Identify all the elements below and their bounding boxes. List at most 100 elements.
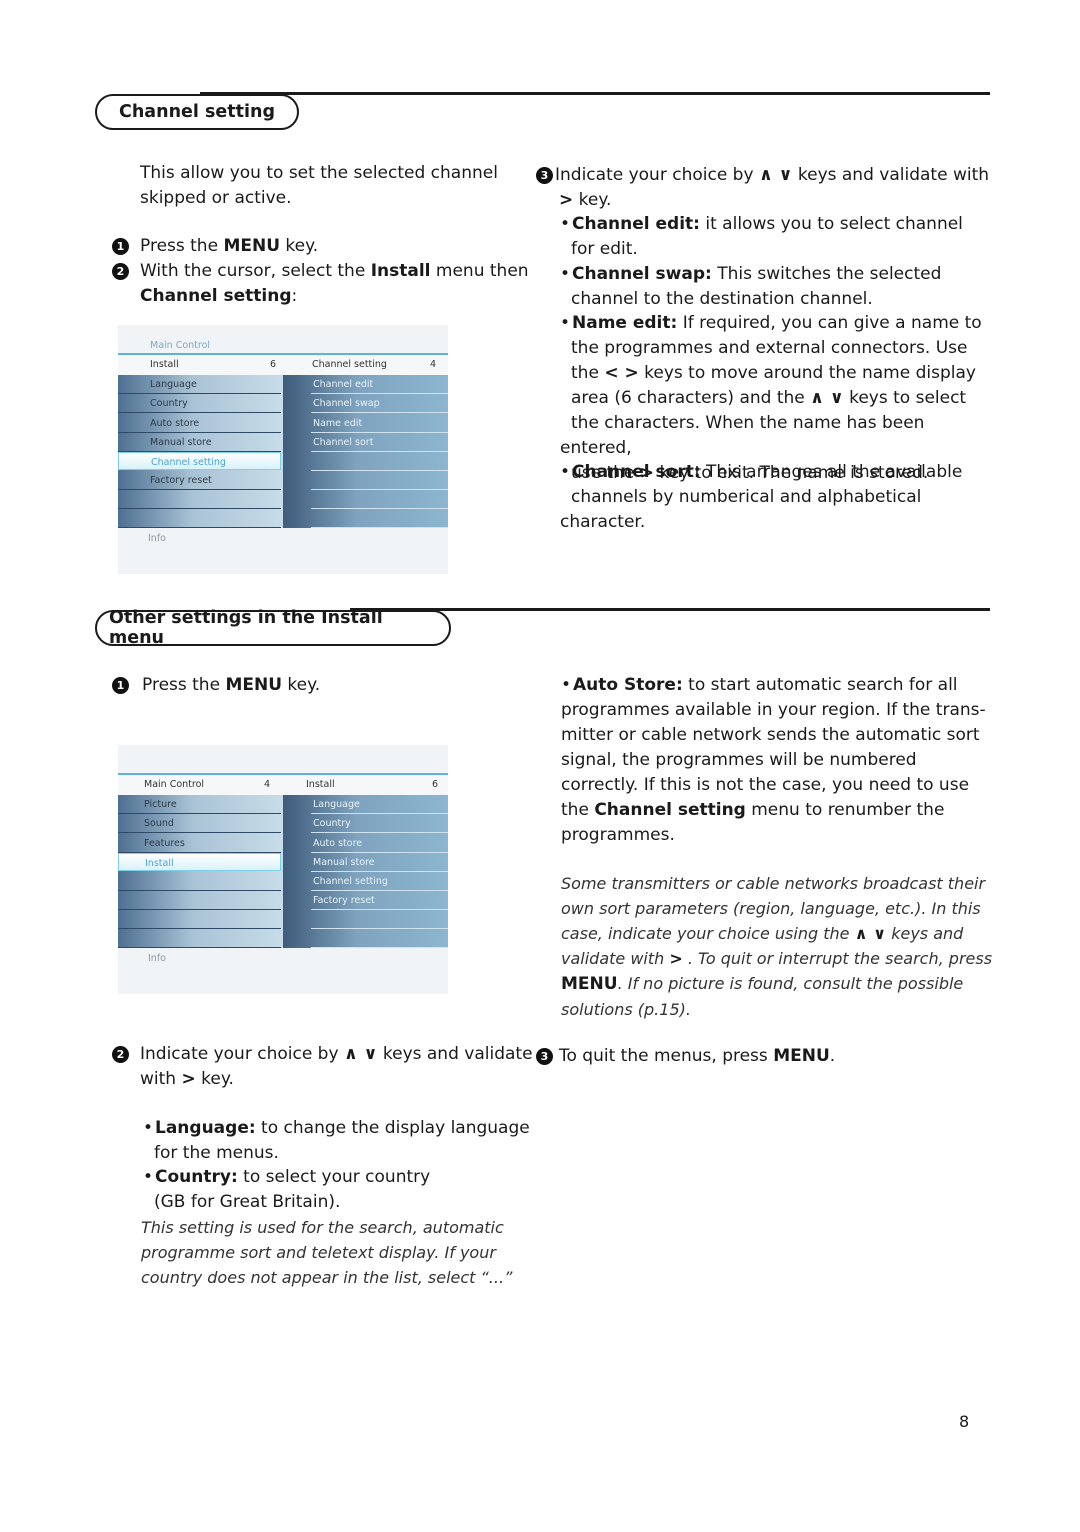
- submenu-item-label: Channel sort: [313, 437, 374, 448]
- menu-item[interactable]: Factory reset: [118, 471, 281, 490]
- step-text: Press the: [140, 236, 224, 256]
- submenu-item-empty: [311, 509, 448, 528]
- menu-item-empty: [118, 910, 281, 929]
- step-number-icon: 3: [536, 1048, 553, 1065]
- step-text: key.: [282, 675, 321, 695]
- bullet-term: Channel sort:: [572, 462, 701, 482]
- menu-item-label: Sound: [144, 818, 174, 829]
- submenu-item-empty: [311, 471, 448, 490]
- step-3: 3 To quit the menus, press MENU.: [536, 1044, 976, 1069]
- submenu-item[interactable]: Country: [311, 814, 448, 833]
- menu-item[interactable]: Language: [118, 375, 281, 394]
- menu-item[interactable]: Features: [118, 834, 281, 853]
- menu-item-selected[interactable]: Channel setting: [118, 452, 281, 470]
- menu-item-empty: [118, 891, 281, 910]
- menu-item[interactable]: Auto store: [118, 414, 281, 433]
- note-line: . If no picture is found, consult the po…: [617, 974, 964, 993]
- step-1: 1 Press the MENU key.: [112, 234, 532, 259]
- bullet-text: to select your country: [237, 1167, 431, 1187]
- step-text: :: [291, 286, 298, 306]
- submenu-item-label: Manual store: [313, 857, 375, 868]
- bullet-text: programmes available in your region. If …: [561, 700, 986, 720]
- left-header: Install: [150, 359, 179, 370]
- step-number-icon: 2: [112, 263, 129, 280]
- step-number-icon: 1: [112, 677, 129, 694]
- step-3: 3 Indicate your choice by ∧ ∨ keys and va…: [536, 163, 996, 213]
- bullet-text: the programmes and external connectors. …: [571, 338, 968, 358]
- menu-item[interactable]: Manual store: [118, 433, 281, 452]
- left-right-keys-icon: < >: [604, 363, 639, 383]
- left-header: Main Control: [144, 779, 205, 790]
- menu-item[interactable]: Sound: [118, 814, 281, 833]
- menu-item[interactable]: Country: [118, 394, 281, 413]
- bullet-text: the: [561, 800, 595, 820]
- step-number-icon: 3: [536, 167, 553, 184]
- menu-item-label: Picture: [144, 799, 177, 810]
- note-line: solutions (p.15).: [561, 1000, 691, 1019]
- submenu-item-label: Language: [313, 799, 360, 810]
- menu-item-label: Language: [150, 379, 197, 390]
- step-text: With the cursor, select the: [140, 261, 371, 281]
- menu-item-empty: [118, 929, 281, 948]
- left-menu-panel: Picture Sound Features Install: [118, 795, 283, 948]
- menu-item-label: Factory reset: [150, 475, 212, 486]
- submenu-item-label: Channel setting: [313, 876, 388, 887]
- bullet-term: Auto Store:: [573, 675, 683, 695]
- bullet-text: menu to renumber the: [745, 800, 945, 820]
- submenu-item[interactable]: Channel setting: [311, 872, 448, 891]
- submenu-item-empty: [311, 929, 448, 948]
- country-note: This setting is used for the search, aut…: [141, 1215, 541, 1290]
- submenu-item[interactable]: Channel edit: [311, 375, 448, 394]
- up-down-keys-icon: ∧ ∨: [810, 388, 844, 408]
- section-title-other-settings: Other settings in the Install menu: [95, 608, 451, 648]
- right-menu-panel: Language Country Auto store Manual store…: [283, 795, 448, 948]
- note-line: . To quit or interrupt the search, press: [682, 949, 993, 968]
- bullet-auto-store: • Auto Store: to start automatic search f…: [561, 675, 986, 845]
- bullet-term: Channel edit:: [572, 214, 700, 234]
- note-line: own sort parameters (region, language, e…: [561, 899, 981, 918]
- menu-item-empty: [118, 490, 281, 509]
- bullet-text: signal, the programmes will be numbered: [561, 750, 917, 770]
- step-number-icon: 2: [112, 1046, 129, 1063]
- left-count: 4: [264, 779, 271, 790]
- step-text: key.: [195, 1069, 234, 1089]
- right-key-icon: >: [181, 1069, 196, 1089]
- submenu-item[interactable]: Channel swap: [311, 394, 448, 413]
- menu-item[interactable]: Picture: [118, 795, 281, 814]
- right-count: 4: [430, 359, 437, 370]
- bullet-text: (GB for Great Britain).: [154, 1192, 341, 1212]
- menu-item-selected[interactable]: Install: [118, 853, 281, 871]
- step-2: 2 Indicate your choice by ∧ ∨ keys and va…: [112, 1042, 542, 1092]
- submenu-item[interactable]: Language: [311, 795, 448, 814]
- bullet-language: • Language: to change the display languag…: [143, 1118, 530, 1163]
- bullet-text: to change the display language: [255, 1118, 530, 1138]
- submenu-item[interactable]: Factory reset: [311, 891, 448, 910]
- step-text: To quit the menus, press: [559, 1046, 774, 1066]
- section-rule: [200, 92, 990, 95]
- up-down-keys-icon: ∧ ∨: [343, 1044, 378, 1064]
- submenu-item-label: Name edit: [313, 418, 363, 429]
- step-text: keys and validate: [377, 1044, 533, 1064]
- menu-item-label: Auto store: [150, 418, 200, 429]
- note-line: Some transmitters or cable networks broa…: [561, 874, 986, 893]
- bullet-text: for edit.: [571, 239, 638, 259]
- menu-header: Install 6 Channel setting 4: [118, 353, 448, 375]
- menu-item-label: Install: [145, 858, 174, 869]
- bullet-text: to start automatic search for all: [682, 675, 958, 695]
- note-line: country does not appear in the list, sel…: [141, 1268, 513, 1287]
- submenu-item[interactable]: Manual store: [311, 853, 448, 872]
- up-down-keys-icon: ∧ ∨: [758, 165, 793, 185]
- bullet-text: channels by numberical and alphabetical …: [560, 487, 922, 532]
- submenu-item[interactable]: Auto store: [311, 834, 448, 853]
- bullet-term: Country:: [155, 1167, 238, 1187]
- submenu-item[interactable]: Name edit: [311, 414, 448, 433]
- menu-item-label: Country: [150, 398, 188, 409]
- submenu-item[interactable]: Channel sort: [311, 433, 448, 452]
- menu-key-label: MENU: [225, 675, 283, 695]
- left-count: 6: [270, 359, 277, 370]
- bullet-text: mitter or cable network sends the automa…: [561, 725, 980, 745]
- menu-item-label: Features: [144, 838, 185, 849]
- step-text: Indicate your choice by: [555, 165, 759, 185]
- info-label: Info: [148, 953, 166, 964]
- bullet-term: Channel swap:: [572, 264, 712, 284]
